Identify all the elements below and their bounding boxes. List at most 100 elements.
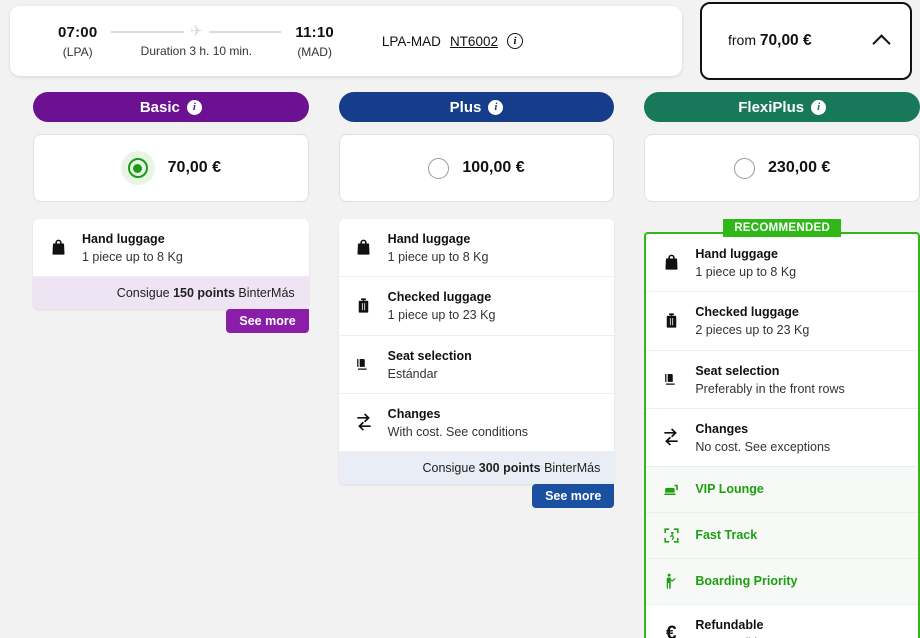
price-selector-text: from 70,00 € <box>728 32 812 50</box>
points-prefix: Consigue <box>117 286 173 300</box>
feature-title: Checked luggage <box>695 305 799 319</box>
fare-selection-page: 07:00 (LPA) ✈ Duration 3 h. 10 min. 11:1… <box>0 0 920 638</box>
feature-row: Hand luggage 1 piece up to 8 Kg <box>33 219 309 277</box>
radio-unselected-icon[interactable] <box>734 158 755 179</box>
points-prefix: Consigue <box>422 461 478 475</box>
info-icon[interactable]: i <box>811 100 826 115</box>
feature-title: Changes <box>388 407 441 421</box>
feature-subtitle: With cost. See conditions <box>388 424 528 440</box>
feature-text: Seat selection Estándar <box>388 347 472 382</box>
fare-price-option-plus[interactable]: 100,00 € <box>339 134 615 202</box>
feature-row: Checked luggage 2 pieces up to 23 Kg <box>646 292 918 350</box>
path-line-left <box>111 31 184 33</box>
arrival-segment: 11:10 (MAD) <box>295 24 334 59</box>
route-info: LPA-MAD NT6002 i <box>382 33 523 49</box>
handbag-icon <box>353 238 375 257</box>
feature-row: Fast Track <box>646 513 918 559</box>
fare-tab-plus[interactable]: Plus i <box>339 92 615 122</box>
fare-tab-label: Plus <box>450 99 482 116</box>
feature-title: Changes <box>695 422 748 436</box>
feature-text: Changes No cost. See exceptions <box>695 420 830 455</box>
feature-subtitle: No cost. See exceptions <box>695 439 830 455</box>
fare-price: 70,00 € <box>168 159 221 177</box>
feature-text: Hand luggage 1 piece up to 8 Kg <box>388 230 489 265</box>
handbag-icon <box>660 253 682 272</box>
duration-segment: ✈ Duration 3 h. 10 min. <box>111 24 281 58</box>
feature-row: Hand luggage 1 piece up to 8 Kg <box>646 234 918 292</box>
points-suffix: BinterMás <box>541 461 601 475</box>
feature-subtitle: Preferably in the front rows <box>695 381 844 397</box>
feature-text: Checked luggage 2 pieces up to 23 Kg <box>695 303 809 338</box>
fare-price-option-basic[interactable]: 70,00 € <box>33 134 309 202</box>
airplane-icon: ✈ <box>190 24 203 39</box>
arrival-airport-code: (MAD) <box>297 45 332 59</box>
points-row: Consigue 300 points BinterMás <box>339 452 615 484</box>
radio-unselected-icon[interactable] <box>428 158 449 179</box>
chevron-up-icon[interactable] <box>872 34 890 52</box>
fare-features-plus: Hand luggage 1 piece up to 8 Kg Checked … <box>339 219 615 484</box>
fare-tab-label: FlexiPlus <box>738 99 804 116</box>
fare-tab-basic[interactable]: Basic i <box>33 92 309 122</box>
feature-text: Hand luggage 1 piece up to 8 Kg <box>82 230 183 265</box>
fare-tab-flexiplus[interactable]: FlexiPlus i <box>644 92 920 122</box>
feature-subtitle: 1 piece up to 23 Kg <box>388 307 496 323</box>
flexiplus-features-wrap: RECOMMENDED Hand luggage 1 piece up to 8… <box>644 232 920 638</box>
feature-title: Fast Track <box>695 528 757 544</box>
route-label: LPA-MAD <box>382 34 441 49</box>
fare-price: 100,00 € <box>462 159 524 177</box>
price-prefix: from <box>728 32 760 48</box>
feature-text: Checked luggage 1 piece up to 23 Kg <box>388 288 496 323</box>
see-more-button[interactable]: See more <box>226 309 308 333</box>
see-more-wrap: See more <box>339 484 615 510</box>
see-more-wrap: See more <box>33 309 309 335</box>
changes-arrows-icon <box>353 412 375 432</box>
feature-row: Hand luggage 1 piece up to 8 Kg <box>339 219 615 277</box>
boarding-priority-icon <box>660 572 682 591</box>
info-icon[interactable]: i <box>488 100 503 115</box>
feature-row: Changes With cost. See conditions <box>339 394 615 452</box>
feature-row: Checked luggage 1 piece up to 23 Kg <box>339 277 615 335</box>
recommended-badge: RECOMMENDED <box>723 219 841 237</box>
fare-features-basic: Hand luggage 1 piece up to 8 Kg Consigue… <box>33 219 309 309</box>
radio-selected-icon[interactable] <box>121 151 155 185</box>
changes-arrows-icon <box>660 427 682 447</box>
euro-icon: € <box>660 623 682 638</box>
points-value: 300 points <box>479 461 541 475</box>
flight-path-line: ✈ <box>111 24 281 39</box>
fare-features-flexiplus: Hand luggage 1 piece up to 8 Kg Checked … <box>644 232 920 638</box>
feature-text: Seat selection Preferably in the front r… <box>695 362 844 397</box>
price-selector-dropdown[interactable]: from 70,00 € <box>700 2 912 80</box>
feature-row: Seat selection Estándar <box>339 336 615 394</box>
handbag-icon <box>47 238 69 257</box>
fast-track-icon <box>660 526 682 545</box>
feature-text: Changes With cost. See conditions <box>388 405 528 440</box>
arrival-time: 11:10 <box>295 24 334 41</box>
departure-time: 07:00 <box>58 24 97 41</box>
departure-airport-code: (LPA) <box>63 45 93 59</box>
departure-segment: 07:00 (LPA) <box>58 24 97 59</box>
feature-row: Boarding Priority <box>646 559 918 605</box>
fare-price-option-flexiplus[interactable]: 230,00 € <box>644 134 920 202</box>
info-icon[interactable]: i <box>187 100 202 115</box>
feature-subtitle: 1 piece up to 8 Kg <box>695 264 796 280</box>
seat-icon <box>353 355 375 374</box>
fare-tab-label: Basic <box>140 99 180 116</box>
feature-subtitle: 1 piece up to 8 Kg <box>82 249 183 265</box>
fare-columns: Basic i 70,00 € Hand luggage 1 piece up … <box>0 92 920 638</box>
feature-title: Refundable <box>695 618 763 632</box>
feature-title: Checked luggage <box>388 290 492 304</box>
seat-icon <box>660 370 682 389</box>
feature-row: VIP Lounge <box>646 467 918 513</box>
feature-title: Hand luggage <box>82 232 165 246</box>
feature-text: Refundable See conditions <box>695 616 777 638</box>
feature-title: Seat selection <box>388 349 472 363</box>
fare-column-plus: Plus i 100,00 € Hand luggage 1 piece up … <box>339 92 615 638</box>
feature-subtitle: 2 pieces up to 23 Kg <box>695 322 809 338</box>
feature-subtitle: Estándar <box>388 366 472 382</box>
see-more-button[interactable]: See more <box>532 484 614 508</box>
suitcase-icon <box>660 311 682 330</box>
flight-number-link[interactable]: NT6002 <box>450 34 498 49</box>
points-value: 150 points <box>173 286 235 300</box>
feature-row: Seat selection Preferably in the front r… <box>646 351 918 409</box>
info-icon[interactable]: i <box>507 33 523 49</box>
